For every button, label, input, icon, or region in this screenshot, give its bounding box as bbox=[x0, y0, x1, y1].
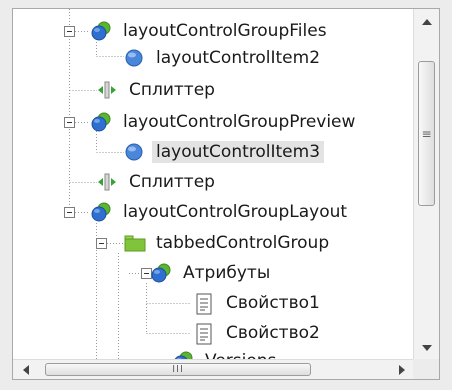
collapse-layout-button[interactable] bbox=[64, 207, 75, 218]
layout-group-icon bbox=[151, 263, 171, 283]
tree-node-label: layoutControlGroupPreview bbox=[123, 112, 356, 132]
collapse-files-button[interactable] bbox=[64, 26, 75, 37]
tree-node-attributes[interactable]: Атрибуты bbox=[151, 260, 274, 286]
tree-node-label: layoutControlGroupLayout bbox=[123, 202, 348, 222]
tree-node-label: layoutControlItem2 bbox=[156, 48, 321, 68]
vertical-grip-icon: ≡ bbox=[421, 126, 432, 141]
tree-node-item2[interactable]: layoutControlItem2 bbox=[124, 45, 324, 71]
chevron-down-icon bbox=[421, 345, 432, 351]
scroll-right-button[interactable] bbox=[389, 360, 415, 379]
tree-node-files[interactable]: layoutControlGroupFiles bbox=[91, 18, 331, 44]
chevron-left-icon bbox=[23, 364, 29, 375]
tree-node-item3[interactable]: layoutControlItem3 bbox=[124, 139, 325, 165]
horizontal-grip-icon: III bbox=[172, 363, 184, 375]
layout-tree: layoutControlGroupFiles layoutControlIte… bbox=[13, 9, 413, 361]
tree-node-label: Атрибуты bbox=[183, 263, 271, 283]
tree-node-layout[interactable]: layoutControlGroupLayout bbox=[91, 199, 351, 225]
layout-tree-panel: layoutControlGroupFiles layoutControlIte… bbox=[12, 8, 440, 380]
vertical-scrollbar[interactable]: ≡ bbox=[413, 9, 439, 361]
tree-node-label: Сплиттер bbox=[129, 172, 215, 192]
tree-node-property1[interactable]: Свойство1 bbox=[194, 290, 324, 316]
scroll-up-button[interactable] bbox=[414, 9, 439, 35]
splitter-icon bbox=[97, 80, 117, 100]
tree-node-preview[interactable]: layoutControlGroupPreview bbox=[91, 109, 359, 135]
collapse-preview-button[interactable] bbox=[64, 117, 75, 128]
layout-item-icon bbox=[124, 142, 144, 162]
tree-node-label-selected: layoutControlItem3 bbox=[152, 141, 325, 163]
layout-group-icon bbox=[91, 202, 111, 222]
vertical-scroll-thumb[interactable]: ≡ bbox=[418, 61, 435, 206]
scroll-left-button[interactable] bbox=[13, 360, 39, 379]
document-icon bbox=[194, 323, 214, 345]
tree-node-splitter-1[interactable]: Сплиттер bbox=[97, 77, 219, 103]
tree-node-splitter-2[interactable]: Сплиттер bbox=[97, 169, 219, 195]
tree-node-label: tabbedControlGroup bbox=[156, 233, 330, 253]
splitter-icon bbox=[97, 172, 117, 192]
chevron-right-icon bbox=[399, 364, 405, 375]
tree-node-label: Свойство1 bbox=[226, 293, 320, 313]
horizontal-scrollbar[interactable]: III bbox=[13, 359, 415, 379]
layout-group-icon bbox=[91, 112, 111, 132]
tabbed-group-icon bbox=[124, 233, 146, 253]
tree-node-label: Сплиттер bbox=[129, 80, 215, 100]
collapse-tabbed-button[interactable] bbox=[96, 238, 107, 249]
tree-node-label: Свойство2 bbox=[226, 323, 320, 343]
scroll-down-button[interactable] bbox=[414, 335, 439, 361]
tree-node-tabbed[interactable]: tabbedControlGroup bbox=[124, 230, 333, 256]
scrollbar-corner bbox=[413, 359, 439, 379]
tree-node-label: layoutControlGroupFiles bbox=[123, 21, 327, 41]
document-icon bbox=[194, 293, 214, 315]
chevron-up-icon bbox=[421, 19, 432, 25]
horizontal-scroll-thumb[interactable]: III bbox=[45, 363, 311, 376]
tree-node-property2[interactable]: Свойство2 bbox=[194, 320, 324, 346]
layout-group-icon bbox=[91, 21, 111, 41]
layout-item-icon bbox=[124, 48, 144, 68]
